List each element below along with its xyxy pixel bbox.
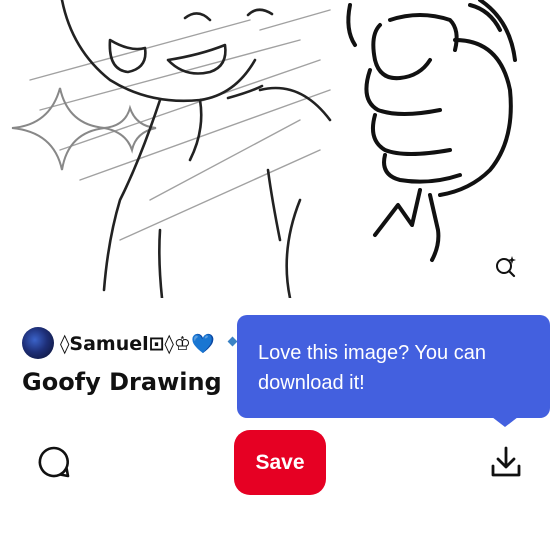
pin-image[interactable] (0, 0, 560, 298)
tooltip-text: Love this image? You can download it! (258, 342, 486, 394)
avatar[interactable] (22, 327, 54, 359)
visual-search-icon (496, 256, 516, 278)
download-tooltip: Love this image? You can download it! (237, 315, 550, 418)
comment-icon (38, 446, 70, 478)
comment-button[interactable] (33, 441, 75, 483)
author-row[interactable]: ◊Samuel⊡◊♔💙 (22, 326, 215, 360)
download-button[interactable] (485, 441, 527, 483)
save-button[interactable]: Save (234, 430, 326, 495)
sketch-drawing (11, 0, 517, 298)
verified-badge-icon (227, 336, 238, 347)
download-icon (491, 446, 521, 477)
pin-title: Goofy Drawing (22, 368, 222, 396)
author-name[interactable]: ◊Samuel⊡◊♔💙 (60, 332, 215, 355)
tooltip-pointer (492, 417, 518, 427)
visual-search-button[interactable] (478, 238, 534, 294)
